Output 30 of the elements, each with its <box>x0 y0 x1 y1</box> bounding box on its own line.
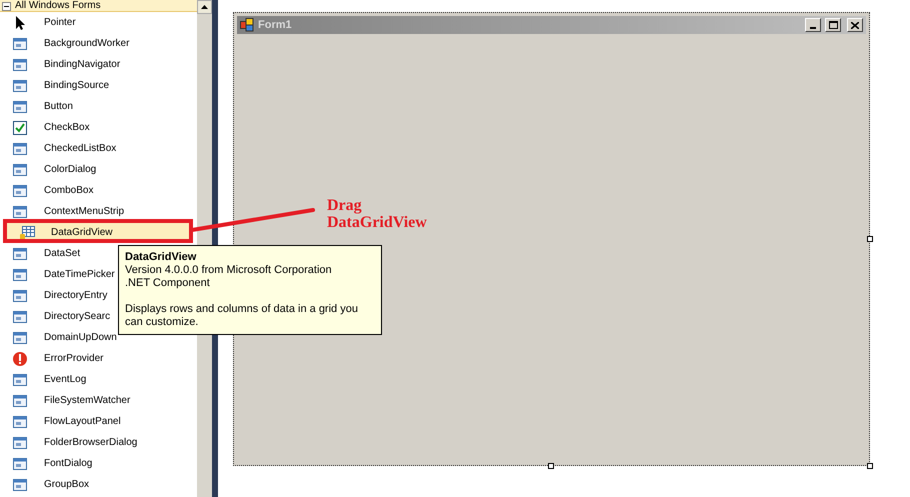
item-label: Button <box>44 100 73 114</box>
tooltip-title: DataGridView <box>125 251 198 264</box>
tooltip-type: .NET Component <box>125 277 211 290</box>
item-label: ContextMenuStrip <box>44 205 124 219</box>
item-label: FileSystemWatcher <box>44 394 130 408</box>
item-label: ErrorProvider <box>44 352 104 366</box>
tooltip-description: Displays rows and columns of data in a grid you can customize. <box>125 303 359 329</box>
item-label: EventLog <box>44 373 86 387</box>
item-label: FlowLayoutPanel <box>44 415 121 429</box>
form-title: Form1 <box>258 18 292 33</box>
item-label: DataSet <box>44 247 80 261</box>
item-label: DomainUpDown <box>44 331 117 345</box>
group-label: All Windows Forms <box>15 0 101 11</box>
item-label: DirectorySearc <box>44 310 110 324</box>
item-label: DateTimePicker <box>44 268 115 282</box>
item-label: FontDialog <box>44 457 92 471</box>
item-label: BindingSource <box>44 79 110 93</box>
item-label: Pointer <box>44 16 76 30</box>
tooltip-version: Version 4.0.0.0 from Microsoft Corporation <box>125 264 333 277</box>
item-label: DataGridView <box>51 226 113 240</box>
item-label: GroupBox <box>44 478 90 492</box>
item-label: FolderBrowserDialog <box>44 436 138 450</box>
item-label: BindingNavigator <box>44 58 120 72</box>
item-label: CheckedListBox <box>44 142 116 156</box>
item-label: ComboBox <box>44 184 94 198</box>
annotation-text: Drag DataGridView <box>327 197 427 231</box>
item-label: ColorDialog <box>44 163 96 177</box>
item-label: BackgroundWorker <box>44 37 130 51</box>
item-label: DirectoryEntry <box>44 289 108 303</box>
item-label: CheckBox <box>44 121 90 135</box>
